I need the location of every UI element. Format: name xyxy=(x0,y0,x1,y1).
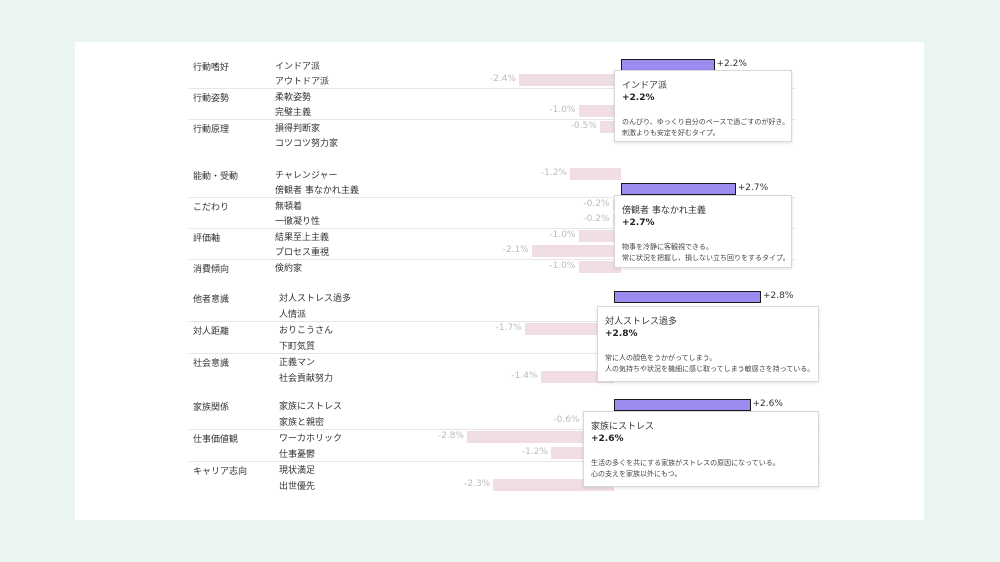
chart-card: 行動嗜好 インドア派 +2.2% アウトドア派 -2.4% 行動姿勢 柔軟姿勢 完璧主義 -1.… xyxy=(75,42,924,520)
category-label: 家族関係 xyxy=(193,403,230,413)
row-label: おりこうさん xyxy=(279,326,334,336)
tooltip-value: +2.7% xyxy=(622,218,655,228)
category-label: 社会意識 xyxy=(193,359,230,369)
tooltip-description: 物事を冷静に客観視できる。常に状況を把握し、損しない立ち回りをするタイプ。 xyxy=(622,242,790,264)
tooltip-description-line: 常に人の顔色をうかがってしまう。 xyxy=(605,354,717,362)
row-label: アウトドア派 xyxy=(275,77,330,88)
tooltip-description-line: 心の支えを家族以外にもつ。 xyxy=(591,470,682,478)
bar-value-label: -1.2% xyxy=(540,167,567,178)
row-label: 無頓着 xyxy=(275,201,303,212)
tooltip-title: 家族にストレス xyxy=(591,422,655,432)
tooltip-title: 傍観者 事なかれ主義 xyxy=(622,206,706,216)
row-label: 人情派 xyxy=(279,310,307,320)
row-label: プロセス重視 xyxy=(275,248,330,259)
row-label: 下町気質 xyxy=(279,342,316,352)
tooltip-description-line: 物事を冷静に客観視できる。 xyxy=(622,243,713,251)
bar-value-label: -2.3% xyxy=(464,479,491,489)
row-label: ワーカホリック xyxy=(279,434,343,444)
tooltip-description: 常に人の顔色をうかがってしまう。人の気持ちや状況を機細に感じ取ってしまう敏感さを… xyxy=(605,353,815,375)
bar-value-label: -1.0% xyxy=(549,260,576,271)
category-label: 消費傾向 xyxy=(193,264,230,275)
bar-tooltip: 傍観者 事なかれ主義 +2.7% 物事を冷静に客観視できる。常に状況を把握し、損しな… xyxy=(614,195,792,268)
bar-value-label: -0.6% xyxy=(553,415,580,425)
row-label: 完璧主義 xyxy=(275,108,312,119)
category-label: 行動姿勢 xyxy=(193,93,230,104)
bar-value-label: -2.8% xyxy=(437,431,464,441)
row-label: 結果至上主義 xyxy=(275,232,330,243)
bar-tooltip: インドア派 +2.2% のんびり、ゆっくり自分のペースで過ごすのが好き。 刺激よりも安… xyxy=(614,70,792,142)
bar-positive[interactable] xyxy=(621,58,715,71)
bar-value-label: -1.0% xyxy=(549,105,576,116)
row-label: 仕事憂鬱 xyxy=(279,450,316,460)
row-label: コツコツ努力家 xyxy=(275,139,339,150)
tooltip-title: インドア派 xyxy=(622,81,668,91)
bar-positive[interactable] xyxy=(614,291,761,303)
row-label: 傍観者 事なかれ主義 xyxy=(275,186,359,197)
category-label: 評価軸 xyxy=(193,233,221,244)
tooltip-title: 対人ストレス過多 xyxy=(605,317,678,327)
row-label: 社会貢献努力 xyxy=(279,374,334,384)
row-label: 出世優先 xyxy=(279,482,316,492)
tooltip-value: +2.2% xyxy=(622,93,655,103)
category-label: こだわり xyxy=(193,202,230,213)
row-label: 家族と親密 xyxy=(279,418,325,428)
bar-value-label: -0.5% xyxy=(570,120,597,131)
bar-value-label: -2.1% xyxy=(502,245,529,256)
tooltip-description-line: のんびり、ゆっくり自分のペースで過ごすのが好き。 xyxy=(622,118,790,126)
tooltip-description-line: 常に状況を把握し、損しない立ち回りをするタイプ。 xyxy=(622,254,790,262)
tooltip-value: +2.8% xyxy=(605,329,638,339)
row-label: 家族にストレス xyxy=(279,402,343,412)
category-label: 対人距離 xyxy=(193,327,230,337)
bar-tooltip: 家族にストレス +2.6% 生活の多くを共にする家族がストレスの原因になっている。心… xyxy=(583,411,819,487)
bar-value-label: -2.4% xyxy=(489,74,516,85)
category-label: 他者意識 xyxy=(193,295,230,305)
bar-value-label: -1.0% xyxy=(549,229,576,240)
tooltip-description-line: 生活の多くを共にする家族がストレスの原因になっている。 xyxy=(591,459,780,467)
bar-negative[interactable] xyxy=(570,167,621,180)
bar-value-label: +2.6% xyxy=(752,399,783,409)
bar-negative[interactable] xyxy=(531,245,621,258)
row-label: 正義マン xyxy=(279,358,316,368)
bar-negative[interactable] xyxy=(519,74,621,87)
row-label: 一徹凝り性 xyxy=(275,217,321,228)
tooltip-description: のんびり、ゆっくり自分のペースで過ごすのが好き。 刺激よりも安定を好むタイプ。 xyxy=(622,117,790,139)
bar-positive[interactable] xyxy=(621,183,736,196)
row-label: 現状満足 xyxy=(279,466,316,476)
bar-value-label: -1.2% xyxy=(521,447,548,457)
bar-value-label: +2.2% xyxy=(716,58,747,69)
row-label: 対人ストレス過多 xyxy=(279,294,352,304)
category-label: 能動・受動 xyxy=(193,171,239,182)
bar-value-label: -1.4% xyxy=(511,371,538,381)
bar-value-label: +2.8% xyxy=(763,291,794,301)
row-label: チャレンジャー xyxy=(275,170,338,181)
row-label: 柔軟姿勢 xyxy=(275,92,312,103)
row-label: インドア派 xyxy=(275,61,321,72)
row-label: 倹約家 xyxy=(275,263,303,274)
tooltip-description: 生活の多くを共にする家族がストレスの原因になっている。 心の支えを家族以外にもつ。 xyxy=(591,458,811,480)
tooltip-description-line: 人の気持ちや状況を機細に感じ取ってしまう敏感さを持っている。 xyxy=(605,365,815,373)
tooltip-value: +2.6% xyxy=(591,434,624,444)
category-label: キャリア志向 xyxy=(193,467,248,477)
bar-value-label: +2.7% xyxy=(737,183,769,194)
category-label: 仕事価値観 xyxy=(193,435,239,445)
tooltip-description-line: 刺激よりも安定を好むタイプ。 xyxy=(622,129,720,137)
bar-positive[interactable] xyxy=(614,399,751,411)
bar-value-label: -0.2% xyxy=(583,214,610,225)
category-label: 行動嗜好 xyxy=(193,62,230,73)
bar-value-label: -0.2% xyxy=(583,198,610,209)
row-label: 損得判断家 xyxy=(275,123,321,134)
bar-tooltip: 対人ストレス過多 +2.8% 常に人の顔色をうかがってしまう。人の気持ちや状況を機細… xyxy=(597,306,819,382)
bar-value-label: -1.7% xyxy=(495,323,522,333)
category-label: 行動原理 xyxy=(193,124,230,135)
